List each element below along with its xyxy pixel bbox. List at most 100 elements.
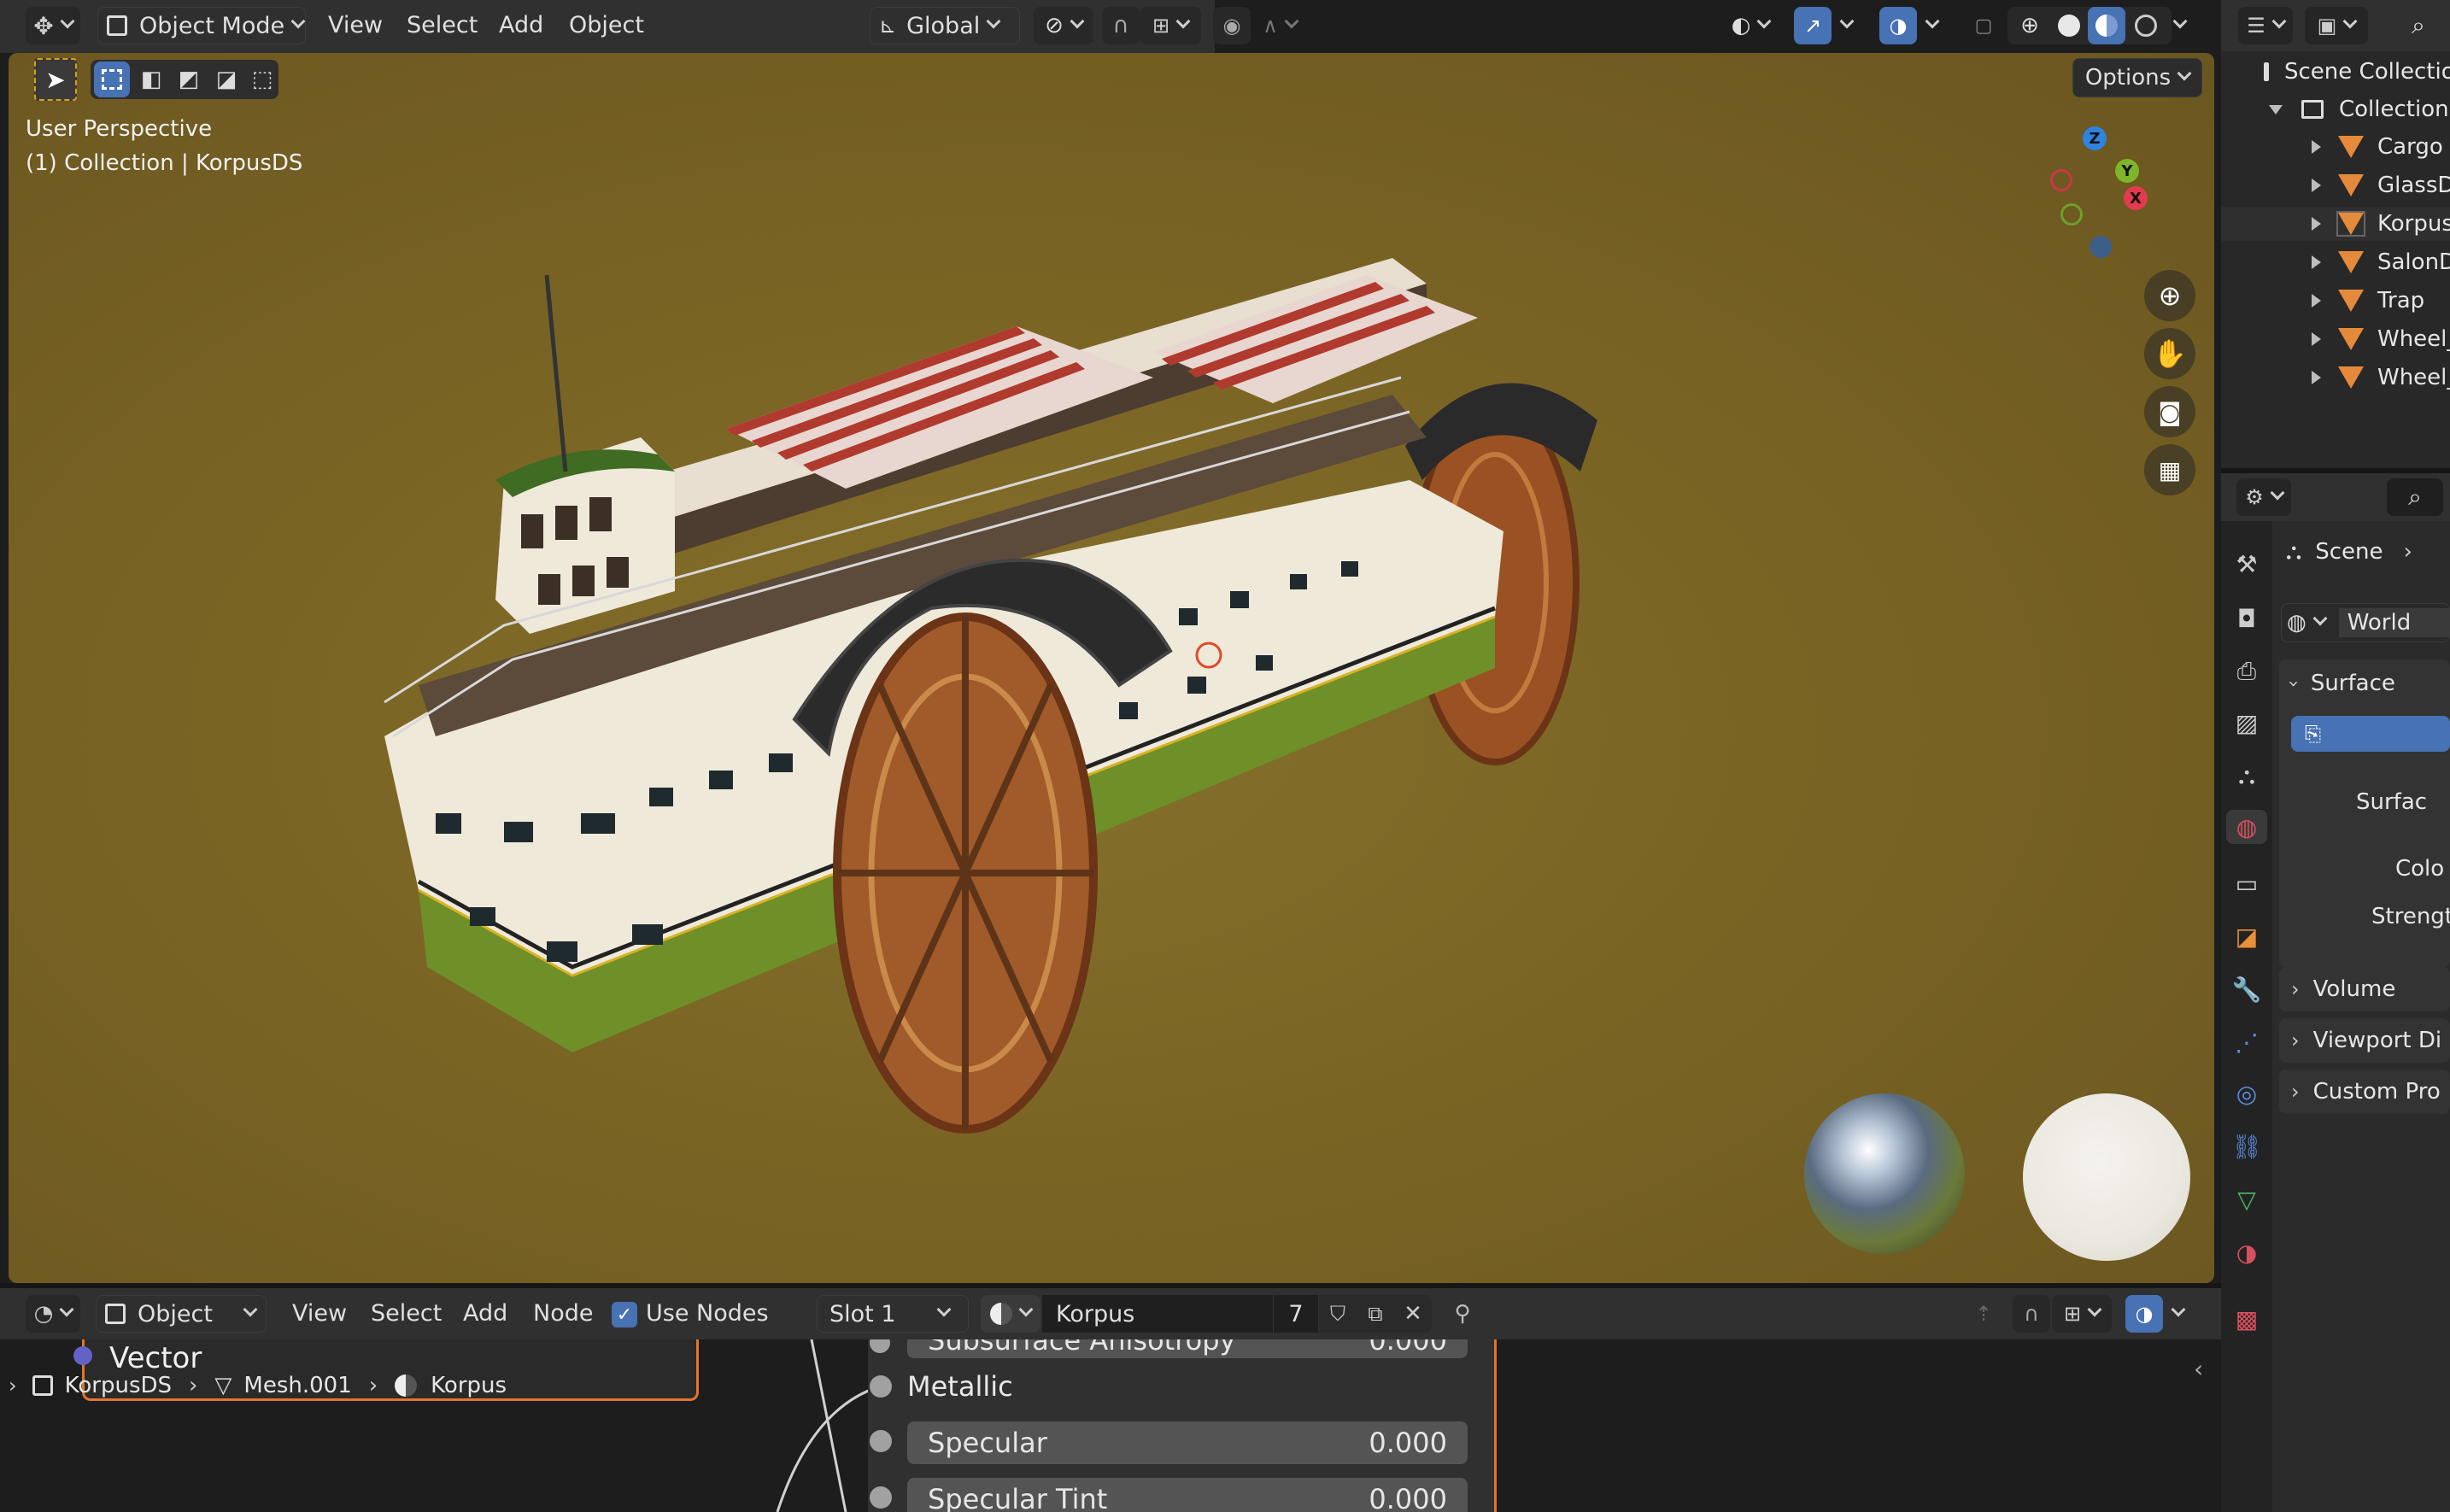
options-dropdown[interactable]: Options — [2072, 58, 2202, 97]
outliner-row-scene-collection[interactable]: Scene Collection — [2221, 55, 2450, 89]
use-nodes-checkbox[interactable]: ✓ — [612, 1302, 637, 1327]
select-intersect-button[interactable]: ⬚ — [244, 62, 280, 97]
gizmo-neg-y[interactable] — [2060, 203, 2083, 226]
tool-tab[interactable]: ⚒ — [2230, 547, 2264, 581]
metallic-socket[interactable] — [870, 1375, 892, 1398]
node-menu-add[interactable]: Add — [463, 1300, 507, 1327]
properties-editor-type[interactable]: ⚙ — [2236, 478, 2291, 516]
gizmo-neg-z[interactable] — [2090, 236, 2112, 258]
select-subtract-button[interactable]: ◩ — [171, 62, 207, 97]
node-menu-view[interactable]: View — [292, 1300, 347, 1327]
outliner-filter[interactable]: ▣ — [2305, 7, 2368, 44]
expand-caret-icon[interactable] — [2312, 294, 2321, 308]
expand-caret-icon[interactable] — [2312, 255, 2321, 269]
select-tool-button[interactable]: ➤ — [34, 58, 77, 101]
node-overlays-toggle[interactable]: ◑ — [2125, 1295, 2163, 1333]
material-browse-button[interactable] — [981, 1295, 1040, 1333]
node-snap-target[interactable]: ⊞ — [2052, 1295, 2112, 1333]
xray-toggle[interactable]: ▢ — [1965, 7, 2002, 44]
custom-props-panel-header[interactable]: › Custom Pro — [2279, 1070, 2450, 1114]
expand-caret-icon[interactable] — [2312, 179, 2321, 192]
node-menu-node[interactable]: Node — [533, 1300, 593, 1327]
overlays-toggle[interactable]: ◑ — [1879, 7, 1917, 44]
rendered-shading-button[interactable] — [2127, 7, 2165, 44]
navigation-gizmo[interactable]: Z Y X — [2050, 121, 2161, 258]
outliner-object-row[interactable]: Wheel_ — [2221, 360, 2450, 395]
select-new-button[interactable] — [94, 62, 130, 97]
outliner-row-collection[interactable]: Collection — [2221, 92, 2450, 126]
outliner-display-mode[interactable]: ☰ — [2238, 7, 2293, 44]
material-users-count[interactable]: 7 — [1273, 1295, 1318, 1333]
volume-panel-header[interactable]: › Volume — [2279, 967, 2450, 1011]
shader-editor-type[interactable]: ◔ — [26, 1295, 80, 1333]
specular-tint-socket[interactable] — [870, 1486, 892, 1509]
perspective-toggle-button[interactable]: ▦ — [2144, 444, 2195, 495]
constraints-tab[interactable]: ⛓ — [2230, 1129, 2264, 1163]
parent-node-tree-button[interactable]: ⇡ — [1965, 1295, 2002, 1333]
node-menu-select[interactable]: Select — [371, 1300, 442, 1327]
wireframe-shading-button[interactable]: ⊕ — [2011, 7, 2049, 44]
modifiers-tab[interactable]: 🔧 — [2230, 972, 2264, 1006]
select-extend-button[interactable]: ◧ — [133, 62, 169, 97]
expand-caret-icon[interactable] — [2269, 104, 2283, 114]
material-name-field[interactable]: Korpus — [1042, 1295, 1273, 1333]
physics-tab[interactable]: ◎ — [2230, 1076, 2264, 1111]
breadcrumb-object[interactable]: KorpusDS — [65, 1373, 172, 1398]
select-invert-button[interactable]: ◪ — [208, 62, 244, 97]
specular-tint-field[interactable]: Specular Tint 0.000 — [907, 1478, 1468, 1512]
gizmo-neg-x[interactable] — [2050, 169, 2072, 191]
expand-caret-icon[interactable] — [2312, 332, 2321, 346]
scene-context-row[interactable]: ⛬ Scene › — [2286, 533, 2450, 571]
outliner-object-row[interactable]: Cargo — [2221, 130, 2450, 164]
outliner-object-row[interactable]: Korpus — [2221, 207, 2450, 241]
snap-toggle[interactable]: ∩ — [1102, 7, 1140, 44]
zoom-button[interactable]: ⊕ — [2144, 270, 2195, 321]
collection-tab[interactable]: ▭ — [2230, 866, 2264, 900]
camera-view-button[interactable]: ◙ — [2144, 386, 2195, 437]
menu-view[interactable]: View — [328, 12, 383, 38]
texture-tab[interactable]: ▩ — [2230, 1302, 2264, 1336]
use-nodes-button[interactable]: ⎘ — [2291, 716, 2450, 752]
gizmo-dropdown[interactable] — [1833, 7, 1859, 44]
gizmo-x-axis[interactable]: X — [2124, 186, 2148, 210]
mode-dropdown[interactable]: Object Mode — [97, 7, 306, 44]
material-tab[interactable]: ◑ — [2230, 1235, 2264, 1269]
particles-tab[interactable]: ⋰ — [2230, 1025, 2264, 1059]
world-tab[interactable]: ◍ — [2226, 810, 2267, 844]
subsurface-anisotropy-field[interactable]: Subsurface Anisotropy 0.000 — [907, 1339, 1468, 1358]
new-material-button[interactable]: ⧉ — [1357, 1295, 1394, 1333]
visibility-button[interactable]: ◐ — [1720, 7, 1780, 44]
expand-caret-icon[interactable] — [2312, 140, 2321, 154]
object-tab[interactable]: ◪ — [2230, 919, 2264, 953]
material-shading-button[interactable] — [2088, 7, 2125, 44]
proportional-edit-toggle[interactable]: ◉ — [1213, 7, 1251, 44]
gizmo-z-axis[interactable]: Z — [2083, 126, 2107, 150]
outliner-object-row[interactable]: GlassD — [2221, 168, 2450, 202]
orientation-dropdown[interactable]: ⊾ Global — [870, 7, 1020, 44]
sidebar-toggle-arrow[interactable]: ‹ — [2194, 1355, 2203, 1383]
gizmo-toggle[interactable]: ↗ — [1794, 7, 1832, 44]
expand-caret-icon[interactable] — [2312, 371, 2321, 384]
surface-panel-header[interactable]: › Surface — [2283, 666, 2395, 700]
shading-dropdown[interactable] — [2166, 7, 2192, 44]
outliner-object-row[interactable]: Wheel_ — [2221, 322, 2450, 356]
steamboat-model[interactable] — [367, 224, 1649, 1232]
scene-tab[interactable]: ⛬ — [2230, 759, 2264, 793]
gizmo-y-axis[interactable]: Y — [2115, 159, 2139, 183]
solid-shading-button[interactable] — [2050, 7, 2088, 44]
output-tab[interactable]: ⎙ — [2230, 654, 2264, 689]
vector-socket[interactable] — [73, 1346, 92, 1365]
viewport-display-panel-header[interactable]: › Viewport Di — [2279, 1018, 2450, 1063]
overlays-dropdown[interactable] — [1919, 7, 1944, 44]
properties-search-button[interactable]: ⌕ — [2387, 478, 2443, 516]
specular-field[interactable]: Specular 0.000 — [907, 1421, 1468, 1464]
pin-button[interactable]: ⚲ — [1444, 1295, 1481, 1333]
breadcrumb-material[interactable]: Korpus — [431, 1373, 507, 1398]
outliner-object-row[interactable]: Trap — [2221, 284, 2450, 318]
node-editor-canvas[interactable]: Vector › KorpusDS › ▽ Mesh.001 › Korpus … — [0, 1339, 2221, 1512]
shader-type-dropdown[interactable]: Object — [96, 1295, 267, 1333]
falloff-button[interactable]: ∧ — [1252, 7, 1307, 44]
data-tab[interactable]: ▽ — [2230, 1182, 2264, 1216]
menu-select[interactable]: Select — [407, 12, 478, 38]
view-layer-tab[interactable]: ▨ — [2230, 706, 2264, 740]
